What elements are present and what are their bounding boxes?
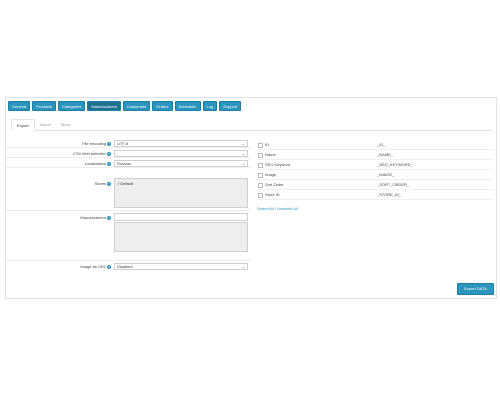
field-checkbox[interactable] <box>258 143 263 148</box>
chevron-down-icon: ⌄ <box>241 151 245 156</box>
help-icon: ? <box>107 264 111 269</box>
export-data-button[interactable]: Export DATA <box>457 283 494 295</box>
field-row: ID _ID_ <box>257 140 493 150</box>
subtab-mass[interactable]: Mass <box>56 119 76 130</box>
help-icon: ? <box>107 151 111 156</box>
manufacturers-input[interactable] <box>114 213 248 221</box>
tab-support[interactable]: Support <box>219 101 242 111</box>
image-as-url-label: Image as URL? <box>80 264 111 269</box>
store-item-default[interactable]: ✓Default <box>115 179 247 188</box>
export-panel: General Products Categories Manufacturer… <box>5 97 497 299</box>
manufacturers-label: Manufacturers? <box>80 215 111 220</box>
help-icon: ? <box>107 215 111 220</box>
top-tabs: General Products Categories Manufacturer… <box>8 101 243 111</box>
row-localization: Localization? Russian ⌄ <box>6 158 251 168</box>
field-checkbox[interactable] <box>258 183 263 188</box>
field-checkbox[interactable] <box>258 193 263 198</box>
help-icon: ? <box>107 141 111 146</box>
manufacturers-list[interactable] <box>114 222 248 252</box>
help-icon: ? <box>107 161 111 166</box>
localization-select[interactable]: Russian ⌄ <box>114 160 248 167</box>
tab-categories[interactable]: Categories <box>58 101 86 111</box>
image-as-url-select[interactable]: Disabled ⌄ <box>114 263 248 270</box>
tab-general[interactable]: General <box>8 101 31 111</box>
field-checkbox[interactable] <box>258 163 263 168</box>
subtab-export[interactable]: Export <box>11 119 35 131</box>
help-icon: ? <box>107 181 111 186</box>
row-manufacturers: Manufacturers? <box>6 211 251 261</box>
stores-checklist: ✓Default <box>114 178 248 208</box>
field-row: SEO Keyword _SEO_KEYWORD_ <box>257 160 493 170</box>
field-row: Name _NAME_ <box>257 150 493 160</box>
field-checkbox[interactable] <box>258 173 263 178</box>
file-encoding-label: File encoding? <box>82 141 111 146</box>
localization-label: Localization? <box>84 161 111 166</box>
tab-manufacturers[interactable]: Manufacturers <box>87 101 121 111</box>
chevron-down-icon: ⌄ <box>241 161 245 166</box>
stores-label: Stores? <box>94 181 111 186</box>
row-csv-delimiter: CSV field delimiter? ; ⌄ <box>6 148 251 158</box>
sub-tabs: Export Import Mass <box>11 119 492 131</box>
csv-delimiter-select[interactable]: ; ⌄ <box>114 150 248 157</box>
field-row: Sort Order _SORT_ORDER_ <box>257 180 493 190</box>
field-row: Store ID _STORE_ID_ <box>257 190 493 200</box>
field-checkbox[interactable] <box>258 153 263 158</box>
tab-scheduler[interactable]: Scheduler <box>174 101 201 111</box>
fields-list: ID _ID_ Name _NAME_ SEO Keyword _SEO_KEYWOR… <box>257 140 493 200</box>
subtab-import[interactable]: Import <box>35 119 56 130</box>
row-file-encoding: File encoding? UTF-8 ⌄ <box>6 138 251 148</box>
chevron-down-icon: ⌄ <box>241 141 245 146</box>
file-encoding-select[interactable]: UTF-8 ⌄ <box>114 140 248 147</box>
row-stores: Stores? ✓Default <box>6 168 251 211</box>
tab-log[interactable]: Log <box>202 101 218 111</box>
tab-customers[interactable]: Customers <box>122 101 151 111</box>
field-row: Image _IMAGE_ <box>257 170 493 180</box>
row-image-as-url: Image as URL? Disabled ⌄ <box>6 261 251 271</box>
tab-orders[interactable]: Orders <box>152 101 173 111</box>
csv-delimiter-label: CSV field delimiter? <box>73 151 111 156</box>
chevron-down-icon: ⌄ <box>241 264 245 269</box>
select-all-link[interactable]: Select All / Unselect All <box>257 206 298 211</box>
tab-products[interactable]: Products <box>32 101 57 111</box>
